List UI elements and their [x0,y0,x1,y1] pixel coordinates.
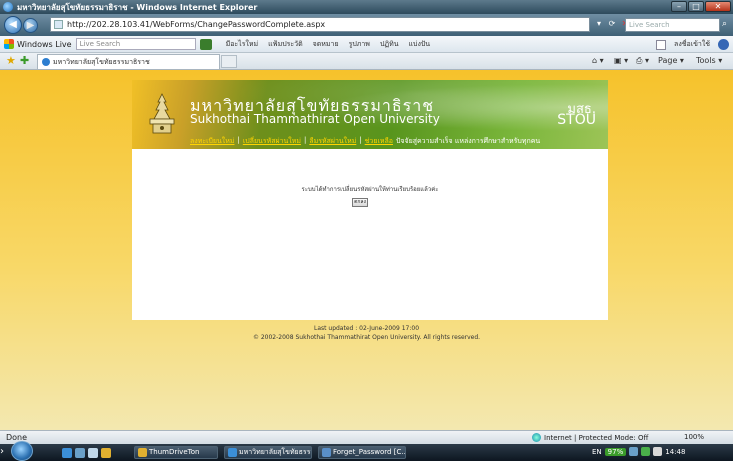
window-controls: – □ ✕ [671,1,731,12]
tab-bar: ★ ✚ มหาวิทยาลัยสุโขทัยธรรมาธิราช ⌂ ▾ ▣ ▾… [0,53,733,70]
feeds-icon[interactable]: ▣ ▾ [614,55,628,67]
link-forgot-password[interactable]: ลืมรหัสผ่านใหม่ [309,136,356,147]
address-bar: ◀ ▶ http://202.28.103.41/WebForms/Change… [0,14,733,36]
task-ie-window[interactable]: มหาวิทยาลัยสุโขทัยธรร... [224,446,312,459]
banner-slogan: ปัจจัยสู่ความสำเร็จ แหล่งการศึกษาสำหรับท… [395,137,541,145]
system-tray: EN 97% 14:48 [592,447,685,456]
page-viewport: มหาวิทยาลัยสุโขทัยธรรมาธิราช Sukhothai T… [0,70,733,430]
window-title: มหาวิทยาลัยสุโขทัยธรรมาธิราช - Windows I… [17,2,258,12]
quick-launch [62,448,111,458]
live-search-input[interactable]: Live Search [75,38,196,50]
live-search-button[interactable] [199,38,212,50]
ie-logo-icon [3,2,13,12]
live-item-share[interactable]: แบ่งปัน [408,39,430,50]
zone-label: Internet | Protected Mode: Off [544,433,649,442]
clock[interactable]: 14:48 [665,448,685,456]
search-input[interactable]: Live Search [625,18,720,32]
taskbar-edge-glyph: › [0,446,4,457]
desktop-quicklaunch-icon[interactable] [75,448,85,458]
security-zone[interactable]: Internet | Protected Mode: Off [532,433,648,442]
copyright-text: © 2002-2008 Sukhothai Thammathirat Open … [252,334,481,341]
document-task-icon [322,448,331,457]
live-options-icon[interactable] [656,39,667,50]
maximize-button[interactable]: □ [688,1,704,12]
task-thumbdrive[interactable]: ThumDriveTon [134,446,218,459]
live-toolbar-right: ลงชื่อเข้าใช้ [656,39,729,50]
language-indicator[interactable]: EN [592,448,602,456]
start-button[interactable] [11,441,33,461]
search-icon[interactable]: ⌕ [722,19,727,29]
add-favorites-icon[interactable]: ✚ [20,55,29,67]
minimize-button[interactable]: – [671,1,687,12]
taskbar: › ThumDriveTon มหาวิทยาลัยสุโขทัยธรร... … [0,441,733,461]
content-panel: มหาวิทยาลัยสุโขทัยธรรมาธิราช Sukhothai T… [132,80,608,320]
new-tab-button[interactable] [221,55,237,68]
print-icon[interactable]: ⎙ ▾ [636,55,649,67]
forward-button[interactable]: ▶ [23,17,38,33]
university-banner: มหาวิทยาลัยสุโขทัยธรรมาธิราช Sukhothai T… [132,80,608,149]
page-favicon-icon [54,20,63,29]
switch-windows-icon[interactable] [88,448,98,458]
tab-label: มหาวิทยาลัยสุโขทัยธรรมาธิราช [53,57,150,66]
live-toolbar-items: มีอะไรใหม่ แฟ้มประวัติ จดหมาย รูปภาพ ปฏิ… [226,39,431,50]
favorites-star-icon[interactable]: ★ [6,55,16,67]
tools-menu[interactable]: Tools ▾ [696,55,722,67]
window-title-bar[interactable]: มหาวิทยาลัยสุโขทัยธรรมาธิราช - Windows I… [0,0,733,14]
url-text: http://202.28.103.41/WebForms/ChangePass… [67,20,326,29]
university-abbr-english: STOU [557,112,596,128]
dropdown-icon[interactable]: ▾ [594,18,604,30]
internet-globe-icon [532,433,541,442]
live-item-photos[interactable]: รูปภาพ [349,39,370,50]
battery-indicator[interactable]: 97% [604,447,627,456]
windows-live-label: Windows Live [17,39,72,49]
last-updated-text: Last updated : 02-June-2009 17:00 [313,325,420,332]
url-input[interactable]: http://202.28.103.41/WebForms/ChangePass… [50,17,590,32]
live-item-whats-new[interactable]: มีอะไรใหม่ [226,39,259,50]
folder-quicklaunch-icon[interactable] [101,448,111,458]
home-icon[interactable]: ⌂ ▾ [592,55,604,67]
ie-quicklaunch-icon[interactable] [62,448,72,458]
banner-links: ลงทะเบียนใหม่ | เปลี่ยนรหัสผ่านใหม่ | ลื… [190,136,541,147]
live-item-calendar[interactable]: ปฏิทิน [380,39,399,50]
live-messenger-icon[interactable] [718,39,729,50]
live-item-mail[interactable]: จดหมาย [313,39,339,50]
success-message: ระบบได้ทำการเปลี่ยนรหัสผ่านให้ท่านเรียบร… [301,186,439,193]
task-forget-password[interactable]: Forget_Password [C... [318,446,406,459]
tab-stou[interactable]: มหาวิทยาลัยสุโขทัยธรรมาธิราช [37,54,220,69]
windows-live-toolbar: Windows Live Live Search มีอะไรใหม่ แฟ้ม… [0,36,733,53]
tab-ie-icon [42,58,50,66]
refresh-icon[interactable]: ⟳ [607,18,617,30]
link-register[interactable]: ลงทะเบียนใหม่ [190,136,234,147]
live-item-profile[interactable]: แฟ้มประวัติ [268,39,303,50]
page-footer: Last updated : 02-June-2009 17:00 © 2002… [0,324,733,342]
network-icon[interactable] [629,447,639,456]
university-emblem-icon [149,93,175,134]
sign-in-link[interactable]: ลงชื่อเข้าใช้ [674,39,710,50]
folder-icon [138,448,147,457]
link-help[interactable]: ช่วยเหลือ [365,136,393,147]
back-button[interactable]: ◀ [4,16,22,34]
windows-live-logo-icon [4,39,14,49]
ie-task-icon [228,448,237,457]
tray-app-icon[interactable] [641,447,651,456]
university-english-name: Sukhothai Thammathirat Open University [190,112,440,126]
page-menu[interactable]: Page ▾ [658,55,684,67]
status-bar: Done Internet | Protected Mode: Off 100% [0,430,733,444]
volume-icon[interactable] [653,447,663,456]
link-change-password[interactable]: เปลี่ยนรหัสผ่านใหม่ [243,136,301,147]
zoom-level[interactable]: 100% [684,433,704,441]
ok-button[interactable]: ตกลง [352,198,368,207]
close-button[interactable]: ✕ [705,1,731,12]
